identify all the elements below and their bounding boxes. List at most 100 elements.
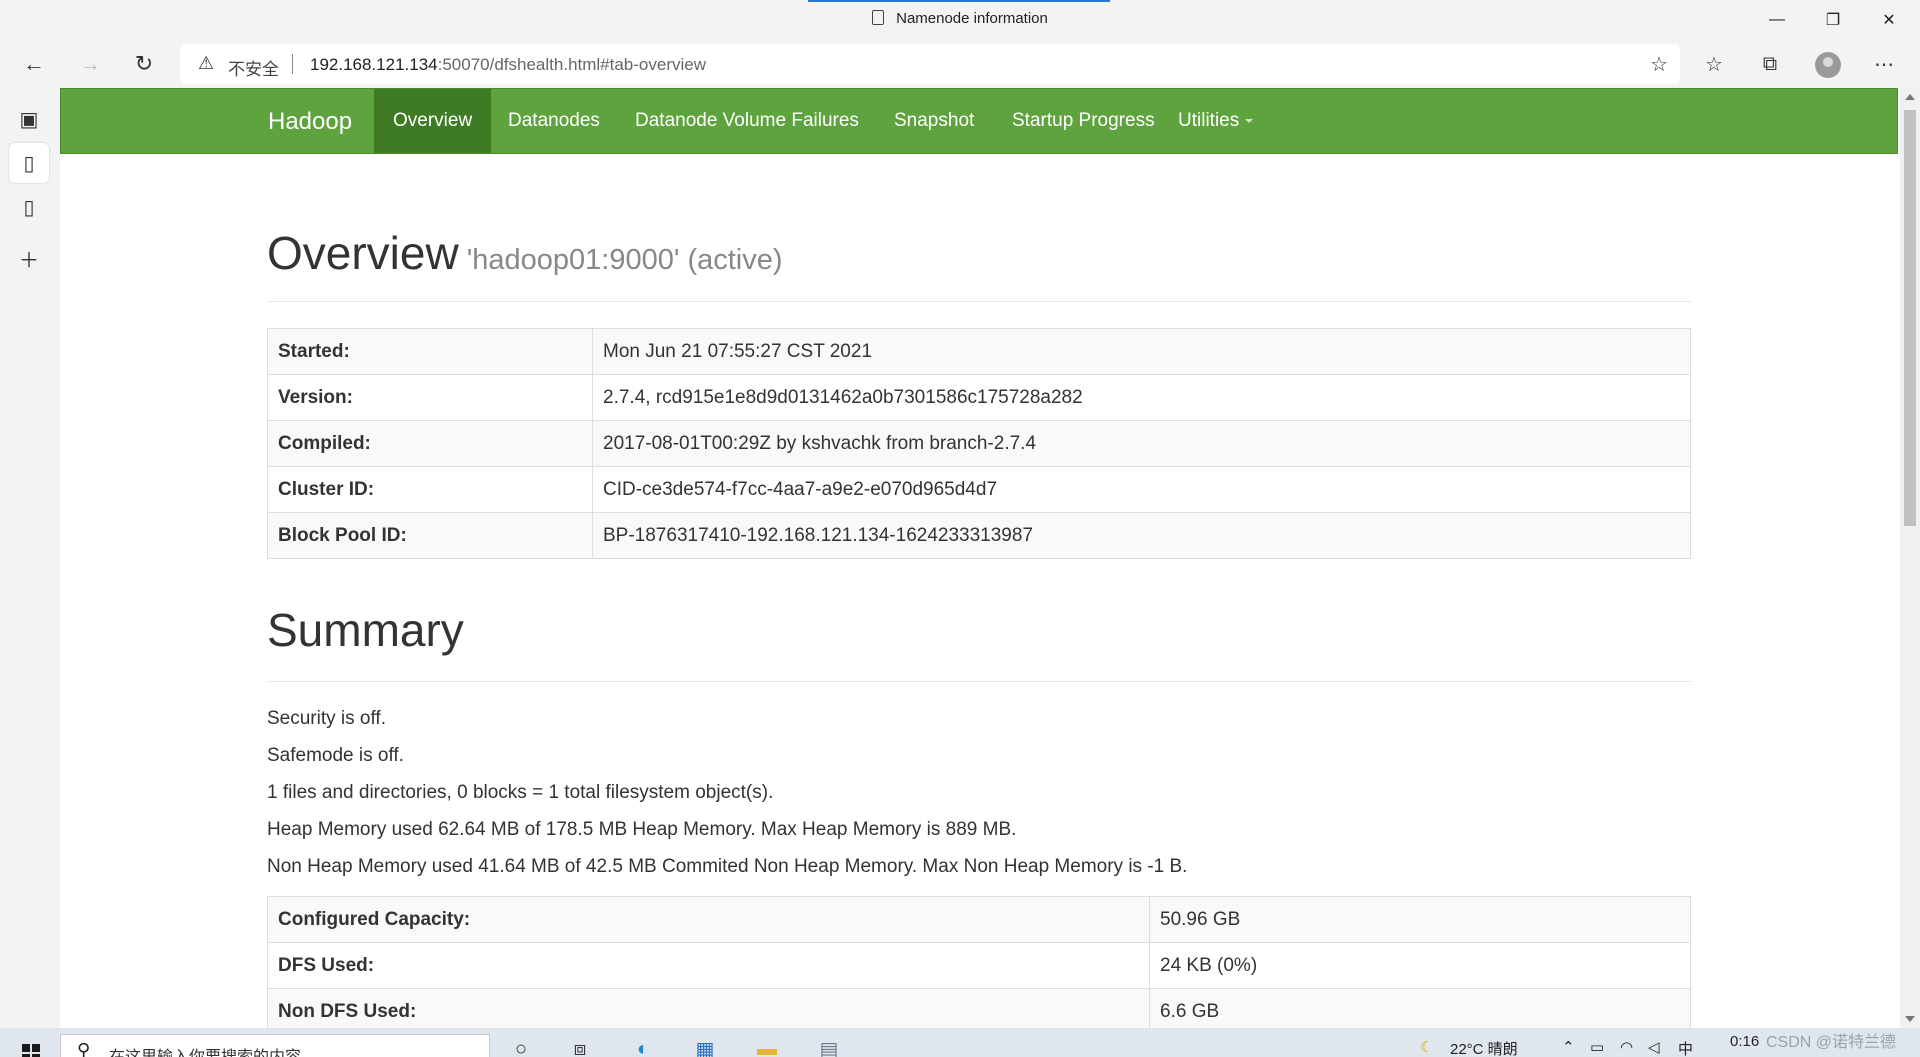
windows-taskbar: ⚲ 在这里输入你要搜索的内容 ○ ⧈ ◐ ▦ ▬ ▤ ☾ 22°C 晴朗 ⌃ ▭… (0, 1028, 1920, 1057)
table-key: Compiled: (267, 420, 593, 467)
table-value: BP-1876317410-192.168.121.134-1624233313… (592, 512, 1691, 559)
app-window-icon[interactable]: ▤ (814, 1034, 844, 1057)
address-bar[interactable]: ⚠ 不安全 192.168.121.134:50070/dfshealth.ht… (180, 44, 1680, 84)
table-value: Mon Jun 21 07:55:27 CST 2021 (592, 328, 1691, 375)
page-icon[interactable]: ▯ (9, 187, 49, 227)
weather-text[interactable]: 22°C 晴朗 (1450, 1038, 1518, 1057)
taskbar-search-input[interactable]: ⚲ 在这里输入你要搜索的内容 (60, 1034, 490, 1057)
nav-item-startup-progress[interactable]: Startup Progress (993, 89, 1174, 153)
table-row: Compiled: 2017-08-01T00:29Z by kshvachk f… (267, 420, 1691, 467)
address-separator (292, 54, 293, 74)
nav-item-label: Overview (393, 110, 473, 131)
window-title: Namenode information (0, 10, 1920, 27)
file-explorer-icon[interactable]: ▬ (752, 1034, 782, 1057)
more-icon[interactable]: ⋯ (1868, 48, 1900, 80)
page-title: Overview'hadoop01:9000' (active) (267, 226, 1691, 280)
url-text[interactable]: 192.168.121.134:50070/dfshealth.html#tab… (310, 55, 706, 75)
summary-line: Non Heap Memory used 41.64 MB of 42.5 MB… (267, 856, 1188, 877)
volume-icon[interactable]: ◁ (1648, 1038, 1660, 1056)
overview-subheading: 'hadoop01:9000' (active) (466, 244, 783, 276)
collections-icon[interactable]: ⧉ (1754, 48, 1786, 80)
table-key: Configured Capacity: (267, 896, 1150, 943)
edge-browser-icon[interactable]: ◐ (628, 1034, 658, 1057)
warning-icon[interactable]: ⚠ (198, 53, 214, 74)
table-row: Cluster ID: CID-ce3de574-f7cc-4aa7-a9e2-e… (267, 466, 1691, 513)
table-value: 24 KB (0%) (1149, 942, 1691, 989)
favorites-icon[interactable]: ☆ (1698, 48, 1730, 80)
nav-item-overview[interactable]: Overview (374, 89, 492, 153)
table-row: DFS Used: 24 KB (0%) (267, 942, 1691, 989)
title-bar: Namenode information — ❐ ✕ (0, 0, 1920, 40)
nav-item-label: Startup Progress (1012, 110, 1155, 131)
table-key: Cluster ID: (267, 466, 593, 513)
url-host: 192.168.121.134 (310, 55, 438, 74)
table-key: Version: (267, 374, 593, 421)
summary-line: Heap Memory used 62.64 MB of 178.5 MB He… (267, 819, 1017, 840)
page-scrollbar[interactable] (1900, 88, 1920, 1028)
close-button[interactable]: ✕ (1861, 0, 1917, 40)
summary-line: Safemode is off. (267, 745, 404, 766)
overview-heading: Overview (267, 227, 459, 279)
nav-item-utilities[interactable]: Utilities (1159, 89, 1272, 153)
windows-start-icon[interactable] (22, 1044, 40, 1057)
ime-indicator[interactable]: 中 (1678, 1038, 1693, 1057)
scrollbar-thumb[interactable] (1904, 110, 1916, 526)
table-row: Non DFS Used: 6.6 GB (267, 988, 1691, 1028)
table-value: 2017-08-01T00:29Z by kshvachk from branc… (592, 420, 1691, 467)
navbar-brand[interactable]: Hadoop (268, 108, 352, 136)
task-view-icon[interactable]: ⧈ (565, 1034, 595, 1057)
scroll-up-arrow-icon[interactable] (1905, 94, 1915, 100)
divider (267, 301, 1691, 302)
avatar[interactable] (1815, 52, 1841, 78)
hadoop-navbar: Hadoop Overview Datanodes Datanode Volum… (60, 88, 1898, 154)
table-value: CID-ce3de574-f7cc-4aa7-a9e2-e070d965d4d7 (592, 466, 1691, 513)
nav-item-label: Snapshot (894, 110, 975, 131)
forward-arrow-icon: → (79, 51, 101, 76)
table-row: Version: 2.7.4, rcd915e1e8d9d0131462a0b73… (267, 374, 1691, 421)
page-viewport: Hadoop Overview Datanodes Datanode Volum… (60, 88, 1900, 1028)
refresh-button[interactable]: ↻ (126, 46, 162, 82)
table-value: 50.96 GB (1149, 896, 1691, 943)
chevron-down-icon (1245, 119, 1254, 123)
taskbar-clock[interactable]: 0:16 (1730, 1033, 1759, 1050)
minimize-button[interactable]: — (1749, 0, 1805, 40)
window-title-text: Namenode information (896, 10, 1048, 27)
battery-icon[interactable]: ▭ (1590, 1038, 1604, 1056)
cortana-icon[interactable]: ○ (506, 1034, 536, 1057)
summary-heading: Summary (267, 604, 464, 656)
table-row: Configured Capacity: 50.96 GB (267, 896, 1691, 943)
table-key: DFS Used: (267, 942, 1150, 989)
restore-button[interactable]: ❐ (1805, 0, 1861, 40)
nav-item-snapshot[interactable]: Snapshot (875, 89, 993, 153)
page-icon[interactable]: ▯ (9, 143, 49, 183)
back-arrow-icon: ← (23, 51, 45, 76)
scroll-down-arrow-icon[interactable] (1905, 1016, 1915, 1022)
vmware-icon[interactable]: ▦ (690, 1034, 720, 1057)
nav-item-datanode-volume-failures[interactable]: Datanode Volume Failures (616, 89, 878, 153)
nav-item-label: Utilities (1178, 110, 1240, 131)
watermark-text: CSDN @诺特兰德 (1766, 1034, 1897, 1051)
divider (267, 681, 1691, 682)
weather-icon[interactable]: ☾ (1420, 1038, 1433, 1056)
star-plus-icon[interactable]: ☆ (1650, 52, 1668, 77)
tray-chevron-up-icon[interactable]: ⌃ (1562, 1038, 1575, 1056)
capacity-table: Configured Capacity: 50.96 GB DFS Used: 24… (267, 896, 1691, 1028)
refresh-icon: ↻ (134, 51, 154, 76)
plus-icon[interactable]: ＋ (9, 238, 49, 278)
nav-item-datanodes[interactable]: Datanodes (489, 89, 619, 153)
url-path: :50070/dfshealth.html#tab-overview (437, 55, 707, 74)
vertical-tabs-sidebar: ▣ ▯ ▯ ＋ (0, 88, 58, 1028)
table-row: Block Pool ID: BP-1876317410-192.168.121.… (267, 512, 1691, 559)
back-button[interactable]: ← (16, 46, 52, 82)
security-label[interactable]: 不安全 (228, 55, 279, 80)
summary-line: 1 files and directories, 0 blocks = 1 to… (267, 782, 774, 803)
nav-item-label: Datanodes (508, 110, 600, 131)
tab-actions-icon[interactable]: ▣ (9, 99, 49, 139)
active-tab-indicator (808, 0, 1110, 2)
wifi-icon[interactable]: ◠ (1620, 1038, 1633, 1056)
table-key: Block Pool ID: (267, 512, 593, 559)
table-key: Started: (267, 328, 593, 375)
summary-line: Security is off. (267, 708, 386, 729)
search-icon: ⚲ (77, 1040, 91, 1057)
forward-button[interactable]: → (72, 46, 108, 82)
